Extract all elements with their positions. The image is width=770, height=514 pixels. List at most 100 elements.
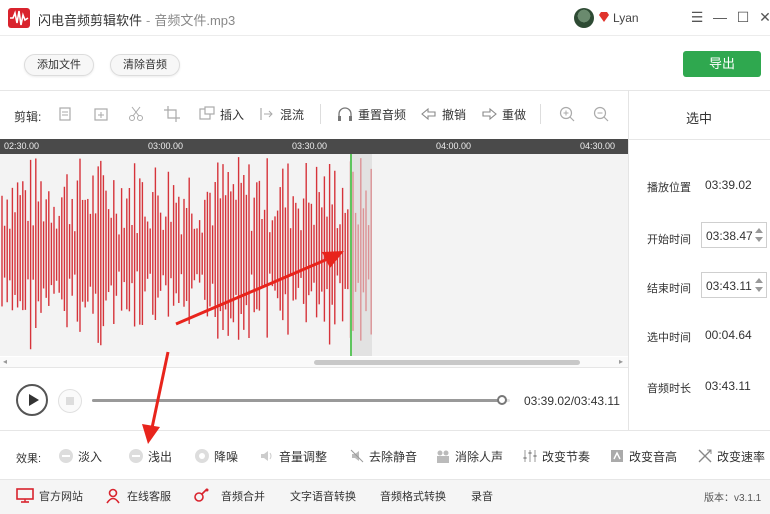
copy-tool[interactable] [56, 104, 74, 124]
remove-silence-label: 去除静音 [369, 449, 418, 464]
mix-button[interactable]: 混流 [258, 104, 304, 124]
play-position-value: 03:39.02 [705, 178, 752, 192]
username[interactable]: Lyan [613, 11, 639, 25]
spin-up-icon[interactable] [755, 278, 763, 283]
scroll-right-icon[interactable]: ▸ [619, 357, 623, 366]
pitch-button[interactable]: 改变音高 [609, 447, 677, 465]
tts-label: 文字语音转换 [290, 491, 356, 503]
support-label: 在线客服 [127, 491, 171, 503]
playback-progress[interactable] [92, 395, 510, 405]
maximize-icon[interactable]: ☐ [735, 9, 751, 25]
start-time-label: 开始时间 [647, 234, 691, 246]
remove-silence-button[interactable]: 去除静音 [349, 447, 417, 465]
redo-icon [482, 107, 497, 121]
fade-out-icon [129, 449, 143, 463]
copy-icon [59, 107, 71, 121]
start-time-value: 03:38.47 [706, 229, 753, 243]
mix-label: 混流 [280, 107, 305, 122]
crop-icon [164, 106, 180, 122]
zoom-out-button[interactable] [592, 104, 610, 124]
tempo-button[interactable]: 改变节奏 [522, 447, 590, 465]
reset-audio-label: 重置音频 [358, 107, 407, 122]
paste-tool[interactable] [92, 104, 110, 124]
stop-button[interactable] [58, 389, 82, 413]
title-separator: - [146, 13, 151, 28]
end-time-input[interactable]: 03:43.11 [701, 272, 767, 298]
website-link[interactable]: 官方网站 [16, 488, 83, 504]
menu-icon[interactable]: ☰ [689, 9, 705, 25]
speed-icon [698, 449, 712, 463]
end-time-value: 03:43.11 [706, 279, 752, 293]
window-title: 闪电音频剪辑软件 - 音频文件.mp3 [38, 10, 235, 29]
record-label: 录音 [471, 491, 493, 503]
volume-label: 音量调整 [279, 449, 328, 464]
version-label: 版本：v3.1.1 [704, 493, 762, 504]
headphones-icon [338, 107, 352, 121]
merge-link[interactable]: 音频合并 [192, 488, 265, 504]
close-icon[interactable]: ✕ [757, 9, 770, 25]
selection-time-value: 00:04.64 [705, 328, 752, 342]
scissors-icon [129, 106, 143, 121]
waveform[interactable] [0, 154, 628, 356]
vip-diamond-icon [599, 12, 609, 22]
mix-icon [260, 108, 273, 120]
redo-label: 重做 [502, 107, 527, 122]
progress-knob[interactable] [496, 395, 507, 405]
duration-label: 音频时长 [647, 383, 691, 395]
fade-in-button[interactable]: 淡入 [58, 447, 102, 465]
spin-down-icon[interactable] [755, 237, 763, 242]
time-readout: 03:39.02/03:43.11 [524, 394, 620, 408]
spin-down-icon[interactable] [755, 287, 763, 292]
fade-out-button[interactable]: 浅出 [128, 447, 172, 465]
record-link[interactable]: 录音 [471, 488, 493, 504]
toolbar-divider [540, 104, 541, 124]
time-ruler[interactable]: 02:30.00 03:00.00 03:30.00 04:00.00 04:3… [0, 139, 628, 154]
ruler-tick: 04:30.00 [580, 141, 616, 151]
denoise-label: 降噪 [214, 449, 239, 464]
convert-link[interactable]: 音频格式转换 [380, 488, 446, 504]
horizontal-scrollbar[interactable]: ◂ ▸ [0, 357, 628, 367]
remove-vocal-button[interactable]: 消除人声 [435, 447, 503, 465]
spin-up-icon[interactable] [755, 228, 763, 233]
website-label: 官方网站 [39, 491, 83, 503]
tts-link[interactable]: 文字语音转换 [290, 488, 356, 504]
people-icon [437, 450, 449, 463]
crop-tool[interactable] [163, 104, 181, 124]
ruler-tick: 02:30.00 [4, 141, 40, 151]
export-button[interactable]: 导出 [683, 51, 761, 77]
divider [0, 430, 770, 431]
user-icon [106, 488, 120, 504]
paste-icon [94, 108, 108, 121]
start-time-input[interactable]: 03:38.47 [701, 222, 767, 248]
remove-vocal-label: 消除人声 [455, 449, 504, 464]
equalizer-icon [523, 450, 537, 462]
scroll-left-icon[interactable]: ◂ [3, 357, 7, 366]
pitch-icon [611, 450, 623, 462]
denoise-icon [195, 449, 209, 463]
merge-label: 音频合并 [221, 491, 265, 503]
denoise-button[interactable]: 降噪 [194, 447, 238, 465]
play-position-label: 播放位置 [647, 182, 691, 194]
play-button[interactable] [16, 384, 48, 416]
insert-button[interactable]: 插入 [198, 104, 244, 124]
app-name: 闪电音频剪辑软件 [38, 13, 143, 28]
fade-in-label: 淡入 [78, 449, 103, 464]
cut-tool[interactable] [127, 104, 145, 124]
duration-value: 03:43.11 [705, 379, 751, 393]
playhead-cursor[interactable] [350, 154, 352, 356]
avatar[interactable] [574, 8, 594, 28]
tempo-label: 改变节奏 [542, 449, 591, 464]
clear-audio-button[interactable]: 清除音频 [110, 54, 180, 76]
volume-button[interactable]: 音量调整 [259, 447, 327, 465]
redo-button[interactable]: 重做 [480, 104, 526, 124]
reset-audio-button[interactable]: 重置音频 [336, 104, 406, 124]
support-link[interactable]: 在线客服 [104, 488, 171, 504]
zoom-in-button[interactable] [558, 104, 576, 124]
minimize-icon[interactable]: — [712, 9, 728, 25]
speed-button[interactable]: 改变速率 [697, 447, 765, 465]
undo-button[interactable]: 撤销 [420, 104, 466, 124]
end-time-label: 结束时间 [647, 283, 691, 295]
volume-icon [261, 451, 272, 461]
add-file-button[interactable]: 添加文件 [24, 54, 94, 76]
scroll-thumb[interactable] [314, 360, 580, 365]
